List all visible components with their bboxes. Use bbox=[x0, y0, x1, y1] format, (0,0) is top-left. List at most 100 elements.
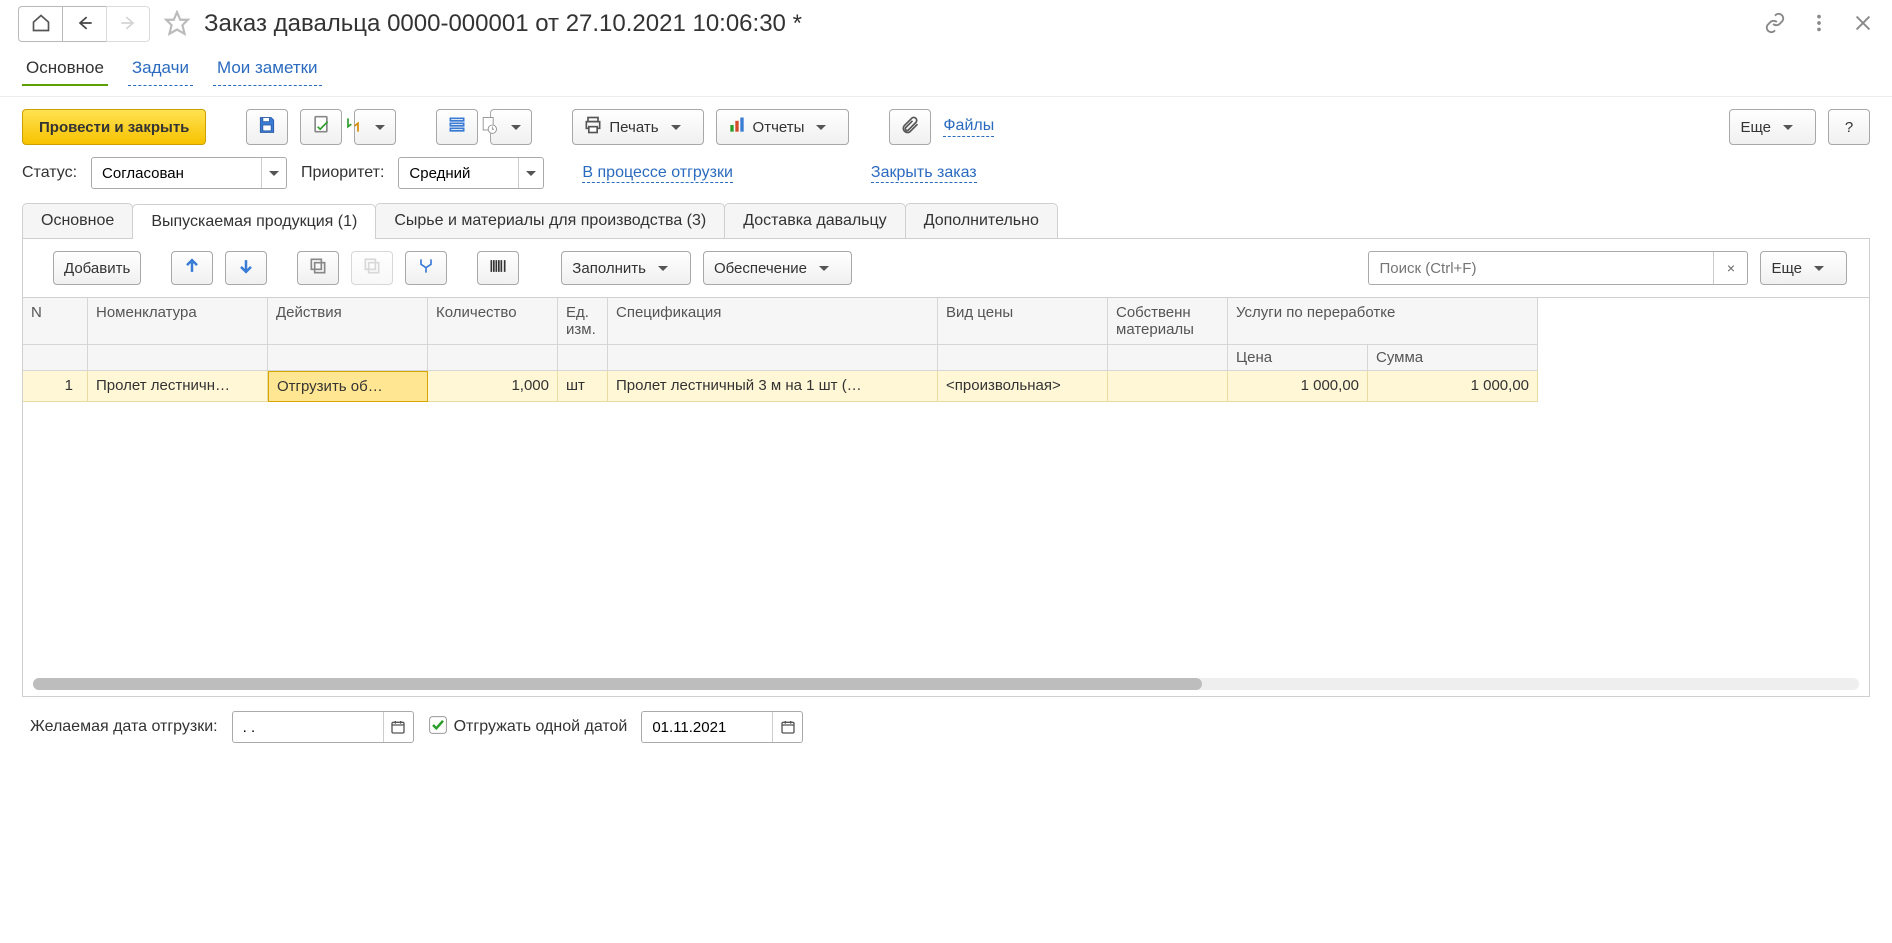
cell-action[interactable]: Отгрузить об… bbox=[268, 371, 428, 402]
cell-sum[interactable]: 1 000,00 bbox=[1368, 371, 1538, 402]
table-more-button[interactable]: Еще bbox=[1760, 251, 1847, 285]
paperclip-icon bbox=[900, 115, 920, 139]
calendar-icon[interactable] bbox=[383, 712, 413, 742]
col-qty[interactable]: Количество bbox=[428, 298, 558, 345]
cell-qty[interactable]: 1,000 bbox=[428, 371, 558, 402]
col-sum[interactable]: Сумма bbox=[1368, 345, 1538, 371]
col-unit[interactable]: Ед. изм. bbox=[558, 298, 608, 345]
files-link[interactable]: Файлы bbox=[943, 117, 994, 137]
priority-label: Приоритет: bbox=[301, 164, 384, 182]
post-and-close-button[interactable]: Провести и закрыть bbox=[22, 109, 206, 145]
more-actions-button[interactable]: Еще bbox=[1729, 109, 1816, 145]
attach-button[interactable] bbox=[889, 109, 931, 145]
post-button[interactable] bbox=[300, 109, 342, 145]
chart-icon bbox=[727, 115, 747, 139]
ship-date-input[interactable] bbox=[641, 711, 803, 743]
doc-tabs: Основное Выпускаемая продукция (1) Сырье… bbox=[0, 203, 1892, 238]
barcode-button[interactable] bbox=[477, 251, 519, 285]
close-order-link[interactable]: Закрыть заказ bbox=[871, 164, 977, 183]
tab-products[interactable]: Выпускаемая продукция (1) bbox=[132, 204, 376, 239]
home-button[interactable] bbox=[18, 6, 62, 42]
col-spec[interactable]: Спецификация bbox=[608, 298, 938, 345]
cell-price[interactable]: 1 000,00 bbox=[1228, 371, 1368, 402]
footer-row: Желаемая дата отгрузки: Отгружать одной … bbox=[0, 697, 1892, 763]
home-icon bbox=[31, 13, 51, 36]
products-table: N Номенклатура Действия Количество Ед. и… bbox=[22, 297, 1870, 697]
titlebar: Заказ давальца 0000-000001 от 27.10.2021… bbox=[0, 0, 1892, 48]
col-price[interactable]: Цена bbox=[1228, 345, 1368, 371]
more-menu-icon[interactable] bbox=[1808, 12, 1830, 37]
viewtab-tasks[interactable]: Задачи bbox=[128, 54, 193, 86]
tab-delivery[interactable]: Доставка давальцу bbox=[724, 203, 905, 238]
more-label: Еще bbox=[1740, 119, 1771, 136]
create-based-on-button[interactable] bbox=[354, 109, 396, 145]
priority-drop[interactable] bbox=[519, 158, 543, 188]
table-header-row2: Цена Сумма bbox=[23, 345, 1869, 371]
cell-item[interactable]: Пролет лестничн… bbox=[88, 371, 268, 402]
col-ownmat[interactable]: Собственн материалы bbox=[1108, 298, 1228, 345]
status-input[interactable] bbox=[92, 158, 262, 188]
document-check-icon bbox=[311, 115, 331, 139]
scrollbar-thumb[interactable] bbox=[33, 678, 1202, 690]
desired-date-field[interactable] bbox=[233, 719, 383, 736]
calendar-icon[interactable] bbox=[772, 712, 802, 742]
forward-button[interactable] bbox=[106, 6, 150, 42]
status-drop[interactable] bbox=[262, 158, 286, 188]
viewtab-notes[interactable]: Мои заметки bbox=[213, 54, 322, 86]
col-pricetype[interactable]: Вид цены bbox=[938, 298, 1108, 345]
table-more-label: Еще bbox=[1771, 260, 1802, 277]
ship-one-date-checkbox[interactable]: Отгружать одной датой bbox=[428, 715, 628, 740]
favorite-button[interactable] bbox=[164, 10, 190, 39]
document-state-button[interactable] bbox=[490, 109, 532, 145]
print-button[interactable]: Печать bbox=[572, 109, 703, 145]
close-icon[interactable] bbox=[1852, 12, 1874, 37]
desired-date-input[interactable] bbox=[232, 711, 414, 743]
col-actions[interactable]: Действия bbox=[268, 298, 428, 345]
status-row: Статус: Приоритет: В процессе отгрузки З… bbox=[0, 157, 1892, 203]
barcode-icon bbox=[488, 256, 508, 280]
save-button[interactable] bbox=[246, 109, 288, 145]
split-button[interactable] bbox=[405, 251, 447, 285]
cell-unit[interactable]: шт bbox=[558, 371, 608, 402]
priority-input[interactable] bbox=[399, 158, 519, 188]
reports-button[interactable]: Отчеты bbox=[716, 109, 850, 145]
status-label: Статус: bbox=[22, 164, 77, 182]
shipping-state-link[interactable]: В процессе отгрузки bbox=[582, 164, 733, 183]
help-button[interactable]: ? bbox=[1828, 109, 1870, 145]
priority-combo[interactable] bbox=[398, 157, 544, 189]
col-item[interactable]: Номенклатура bbox=[88, 298, 268, 345]
move-up-button[interactable] bbox=[171, 251, 213, 285]
fill-button[interactable]: Заполнить bbox=[561, 251, 691, 285]
save-icon bbox=[257, 115, 277, 139]
cell-own[interactable] bbox=[1108, 371, 1228, 402]
supply-button[interactable]: Обеспечение bbox=[703, 251, 852, 285]
page-title: Заказ давальца 0000-000001 от 27.10.2021… bbox=[204, 10, 802, 38]
back-button[interactable] bbox=[62, 6, 106, 42]
status-combo[interactable] bbox=[91, 157, 287, 189]
link-icon[interactable] bbox=[1764, 12, 1786, 37]
paste-icon bbox=[362, 256, 382, 280]
paste-button[interactable] bbox=[351, 251, 393, 285]
arrow-down-icon bbox=[236, 256, 256, 280]
clear-search-button[interactable]: × bbox=[1713, 252, 1747, 284]
tab-main[interactable]: Основное bbox=[22, 203, 133, 238]
add-button[interactable]: Добавить bbox=[53, 251, 141, 285]
move-down-button[interactable] bbox=[225, 251, 267, 285]
copy-icon bbox=[308, 256, 328, 280]
copy-button[interactable] bbox=[297, 251, 339, 285]
search-input[interactable] bbox=[1369, 260, 1713, 277]
cell-pricetype[interactable]: <произвольная> bbox=[938, 371, 1108, 402]
col-services[interactable]: Услуги по переработке bbox=[1228, 298, 1538, 345]
tab-materials[interactable]: Сырье и материалы для производства (3) bbox=[375, 203, 725, 238]
structure-button[interactable] bbox=[436, 109, 478, 145]
horizontal-scrollbar[interactable] bbox=[33, 678, 1859, 690]
ship-date-field[interactable] bbox=[642, 719, 772, 736]
split-icon bbox=[416, 256, 436, 280]
tab-additional[interactable]: Дополнительно bbox=[905, 203, 1058, 238]
cell-n[interactable]: 1 bbox=[23, 371, 88, 402]
viewtab-main[interactable]: Основное bbox=[22, 54, 108, 86]
search-box[interactable]: × bbox=[1368, 251, 1748, 285]
cell-spec[interactable]: Пролет лестничный 3 м на 1 шт (… bbox=[608, 371, 938, 402]
checkbox-checked-icon bbox=[428, 715, 448, 740]
col-n[interactable]: N bbox=[23, 298, 88, 345]
